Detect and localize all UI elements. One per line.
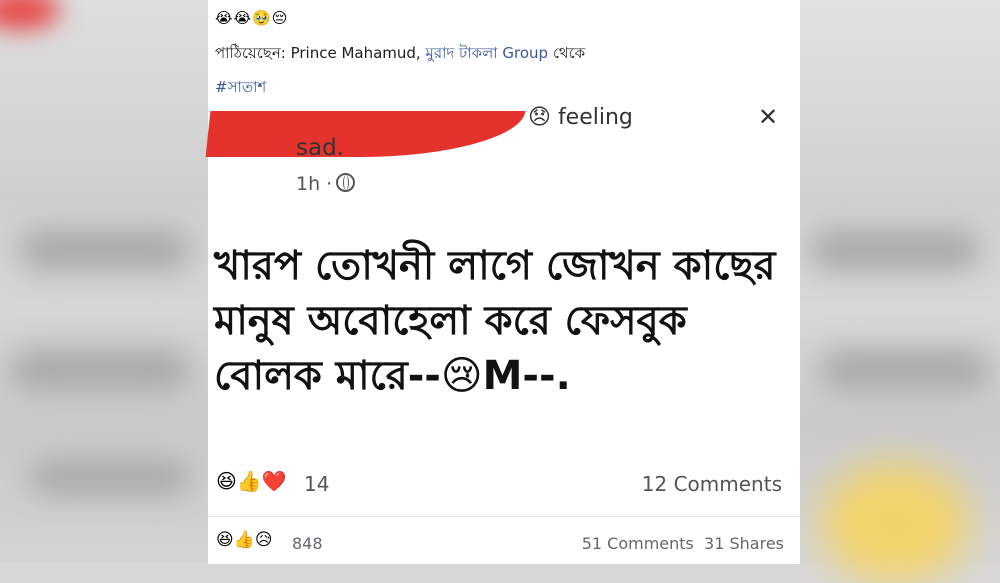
post-suffix: M--. xyxy=(482,353,571,399)
blurred-shape xyxy=(810,230,980,270)
sent-by-suffix: থেকে xyxy=(548,44,586,62)
emoji-row: 😭😭🥹😔 xyxy=(215,9,289,27)
post-footer: 😆👍😥 848 51 Comments 31 Shares xyxy=(208,516,800,564)
blurred-background-left xyxy=(0,0,208,563)
reaction-count[interactable]: 848 xyxy=(292,534,323,553)
sad-face-icon: 😞 xyxy=(528,105,551,130)
group-link[interactable]: মুরাদ টাকলা Group xyxy=(425,44,548,62)
status-word: sad. xyxy=(296,135,344,161)
reaction-count: 14 xyxy=(304,472,330,496)
crying-face-icon: 😢 xyxy=(440,353,483,399)
comments-link[interactable]: 51 Comments xyxy=(582,534,694,553)
globe-icon xyxy=(336,173,356,192)
blurred-shape xyxy=(30,460,190,495)
engagement-stats: 51 Comments 31 Shares xyxy=(582,534,784,553)
comment-count: 12 Comments xyxy=(641,472,782,496)
post-header: 😭😭🥹😔 পাঠিয়েছেন: Prince Mahamud, মুরাদ ট… xyxy=(208,0,800,111)
hashtag-link[interactable]: #সাতাশ xyxy=(215,76,266,101)
close-icon: ✕ xyxy=(758,103,779,131)
feeling-text: feeling xyxy=(557,105,633,130)
post-body: খারপ তোখনী লাগে জোখন কাছের মানুষ অবোহেলা… xyxy=(214,239,794,404)
post-timestamp: 1h · xyxy=(296,173,356,195)
shares-link[interactable]: 31 Shares xyxy=(704,534,784,553)
blurred-emoji-shape xyxy=(820,463,970,583)
feeling-label: 😞 feeling xyxy=(528,105,633,130)
blurred-shape xyxy=(10,350,190,390)
sent-by-prefix: পাঠিয়েছেন: Prince Mahamud, xyxy=(215,44,426,62)
blurred-shape xyxy=(20,230,190,270)
redaction-mark xyxy=(205,111,526,157)
post-screenshot: 😞 feeling ✕ sad. 1h · খারপ তোখনী লাগে জো… xyxy=(205,103,800,516)
reaction-icons[interactable]: 😆👍😥 xyxy=(216,530,273,550)
time-text: 1h · xyxy=(296,173,333,195)
reaction-icons: 😆👍❤️ xyxy=(216,469,287,493)
sent-by-line: পাঠিয়েছেন: Prince Mahamud, মুরাদ টাকলা … xyxy=(215,42,585,67)
blurred-shape xyxy=(820,350,990,390)
